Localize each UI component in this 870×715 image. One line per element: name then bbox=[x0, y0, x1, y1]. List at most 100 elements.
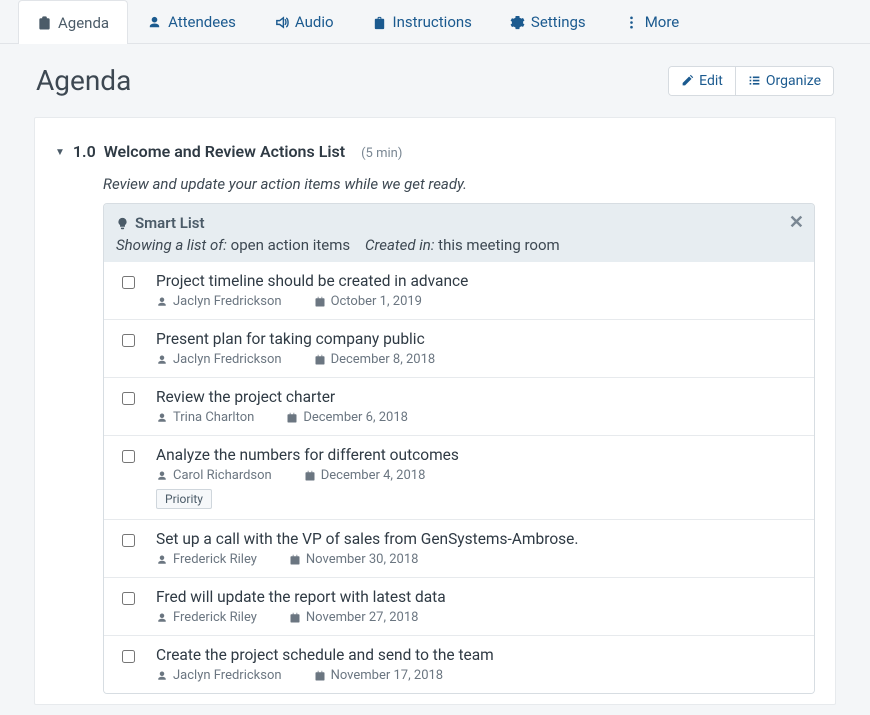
list-item[interactable]: Create the project schedule and send to … bbox=[104, 635, 814, 693]
item-date: December 6, 2018 bbox=[286, 410, 408, 425]
agenda-item-header[interactable]: ▼ 1.0 Welcome and Review Actions List (5… bbox=[55, 142, 815, 161]
page-title: Agenda bbox=[36, 64, 131, 97]
item-meta: Jaclyn Fredrickson November 17, 2018 bbox=[156, 668, 800, 683]
item-date: November 30, 2018 bbox=[289, 552, 419, 567]
item-meta: Carol Richardson December 4, 2018 bbox=[156, 468, 800, 483]
item-checkbox[interactable] bbox=[122, 534, 135, 547]
item-body: Analyze the numbers for different outcom… bbox=[156, 446, 800, 509]
tab-agenda[interactable]: Agenda bbox=[18, 0, 128, 44]
item-checkbox[interactable] bbox=[122, 392, 135, 405]
clipboard-icon bbox=[372, 15, 387, 30]
item-title: Present plan for taking company public bbox=[156, 330, 800, 348]
item-title: Project timeline should be created in ad… bbox=[156, 272, 800, 290]
calendar-icon bbox=[289, 554, 301, 566]
item-meta: Frederick Riley November 30, 2018 bbox=[156, 552, 800, 567]
user-icon bbox=[156, 296, 168, 308]
tab-label: More bbox=[645, 13, 680, 31]
calendar-icon bbox=[289, 612, 301, 624]
clipboard-icon bbox=[37, 15, 52, 30]
user-icon bbox=[156, 412, 168, 424]
item-assignee: Carol Richardson bbox=[156, 468, 272, 483]
lightbulb-icon bbox=[116, 217, 129, 230]
header-actions: Edit Organize bbox=[668, 66, 834, 96]
tab-attendees[interactable]: Attendees bbox=[128, 0, 255, 43]
item-title: Set up a call with the VP of sales from … bbox=[156, 530, 800, 548]
smart-list-header: Smart List Showing a list of: open actio… bbox=[104, 204, 814, 262]
page-root: Agenda Attendees Audio Instructions Sett… bbox=[0, 0, 870, 715]
tab-label: Agenda bbox=[58, 14, 109, 32]
item-date: November 17, 2018 bbox=[314, 668, 444, 683]
item-date: November 27, 2018 bbox=[289, 610, 419, 625]
calendar-icon bbox=[304, 470, 316, 482]
item-title: Fred will update the report with latest … bbox=[156, 588, 800, 606]
edit-button[interactable]: Edit bbox=[669, 67, 735, 95]
item-checkbox[interactable] bbox=[122, 650, 135, 663]
user-icon bbox=[147, 15, 162, 30]
item-body: Review the project charter Trina Charlton… bbox=[156, 388, 800, 425]
tab-label: Audio bbox=[295, 13, 334, 31]
agenda-item-description: Review and update your action items whil… bbox=[103, 175, 815, 193]
list-item[interactable]: Present plan for taking company public Ja… bbox=[104, 319, 814, 377]
tab-audio[interactable]: Audio bbox=[255, 0, 353, 43]
showing-label: Showing a list of: bbox=[116, 236, 227, 254]
item-assignee: Jaclyn Fredrickson bbox=[156, 294, 282, 309]
item-tag: Priority bbox=[156, 489, 212, 509]
agenda-card: ▼ 1.0 Welcome and Review Actions List (5… bbox=[34, 117, 836, 705]
close-button[interactable]: ✕ bbox=[789, 212, 804, 233]
calendar-icon bbox=[314, 296, 326, 308]
page-header: Agenda Edit Organize bbox=[0, 44, 870, 107]
item-body: Present plan for taking company public Ja… bbox=[156, 330, 800, 367]
calendar-icon bbox=[314, 670, 326, 682]
item-body: Create the project schedule and send to … bbox=[156, 646, 800, 683]
action-items-list: Project timeline should be created in ad… bbox=[104, 262, 814, 693]
item-date: December 4, 2018 bbox=[304, 468, 426, 483]
tab-label: Instructions bbox=[393, 13, 472, 31]
agenda-item-number: 1.0 bbox=[73, 142, 96, 161]
tab-more[interactable]: More bbox=[605, 0, 699, 43]
pencil-icon bbox=[681, 74, 694, 87]
dots-vertical-icon bbox=[624, 15, 639, 30]
created-value: this meeting room bbox=[438, 236, 560, 254]
user-icon bbox=[156, 354, 168, 366]
calendar-icon bbox=[314, 354, 326, 366]
item-checkbox[interactable] bbox=[122, 450, 135, 463]
button-label: Edit bbox=[699, 73, 723, 89]
item-checkbox[interactable] bbox=[122, 334, 135, 347]
chevron-down-icon: ▼ bbox=[55, 147, 65, 158]
tab-instructions[interactable]: Instructions bbox=[353, 0, 491, 43]
item-meta: Trina CharltonDecember 6, 2018 bbox=[156, 410, 800, 425]
user-icon bbox=[156, 670, 168, 682]
item-title: Create the project schedule and send to … bbox=[156, 646, 800, 664]
tab-label: Attendees bbox=[168, 13, 236, 31]
smart-list-title: Smart List bbox=[135, 214, 205, 232]
user-icon bbox=[156, 470, 168, 482]
audio-icon bbox=[274, 15, 289, 30]
item-meta: Jaclyn FredricksonDecember 8, 2018 bbox=[156, 352, 800, 367]
button-label: Organize bbox=[766, 73, 821, 89]
item-assignee: Jaclyn Fredrickson bbox=[156, 352, 282, 367]
agenda-item-duration: (5 min) bbox=[361, 146, 402, 161]
close-icon: ✕ bbox=[789, 212, 804, 233]
gear-icon bbox=[510, 15, 525, 30]
item-assignee: Jaclyn Fredrickson bbox=[156, 668, 282, 683]
list-item[interactable]: Project timeline should be created in ad… bbox=[104, 262, 814, 319]
item-meta: Jaclyn FredricksonOctober 1, 2019 bbox=[156, 294, 800, 309]
tab-label: Settings bbox=[531, 13, 586, 31]
agenda-item-title: Welcome and Review Actions List bbox=[104, 142, 345, 161]
list-item[interactable]: Analyze the numbers for different outcom… bbox=[104, 435, 814, 519]
item-assignee: Frederick Riley bbox=[156, 552, 257, 567]
list-icon bbox=[748, 74, 761, 87]
list-item[interactable]: Set up a call with the VP of sales from … bbox=[104, 519, 814, 577]
item-body: Fred will update the report with latest … bbox=[156, 588, 800, 625]
item-body: Set up a call with the VP of sales from … bbox=[156, 530, 800, 567]
tab-settings[interactable]: Settings bbox=[491, 0, 605, 43]
list-item[interactable]: Fred will update the report with latest … bbox=[104, 577, 814, 635]
item-meta: Frederick RileyNovember 27, 2018 bbox=[156, 610, 800, 625]
list-item[interactable]: Review the project charter Trina Charlton… bbox=[104, 377, 814, 435]
showing-value: open action items bbox=[231, 236, 350, 254]
item-checkbox[interactable] bbox=[122, 592, 135, 605]
item-title: Review the project charter bbox=[156, 388, 800, 406]
item-checkbox[interactable] bbox=[122, 276, 135, 289]
organize-button[interactable]: Organize bbox=[735, 67, 833, 95]
smart-list-subtitle: Showing a list of: open action items Cre… bbox=[116, 236, 802, 254]
